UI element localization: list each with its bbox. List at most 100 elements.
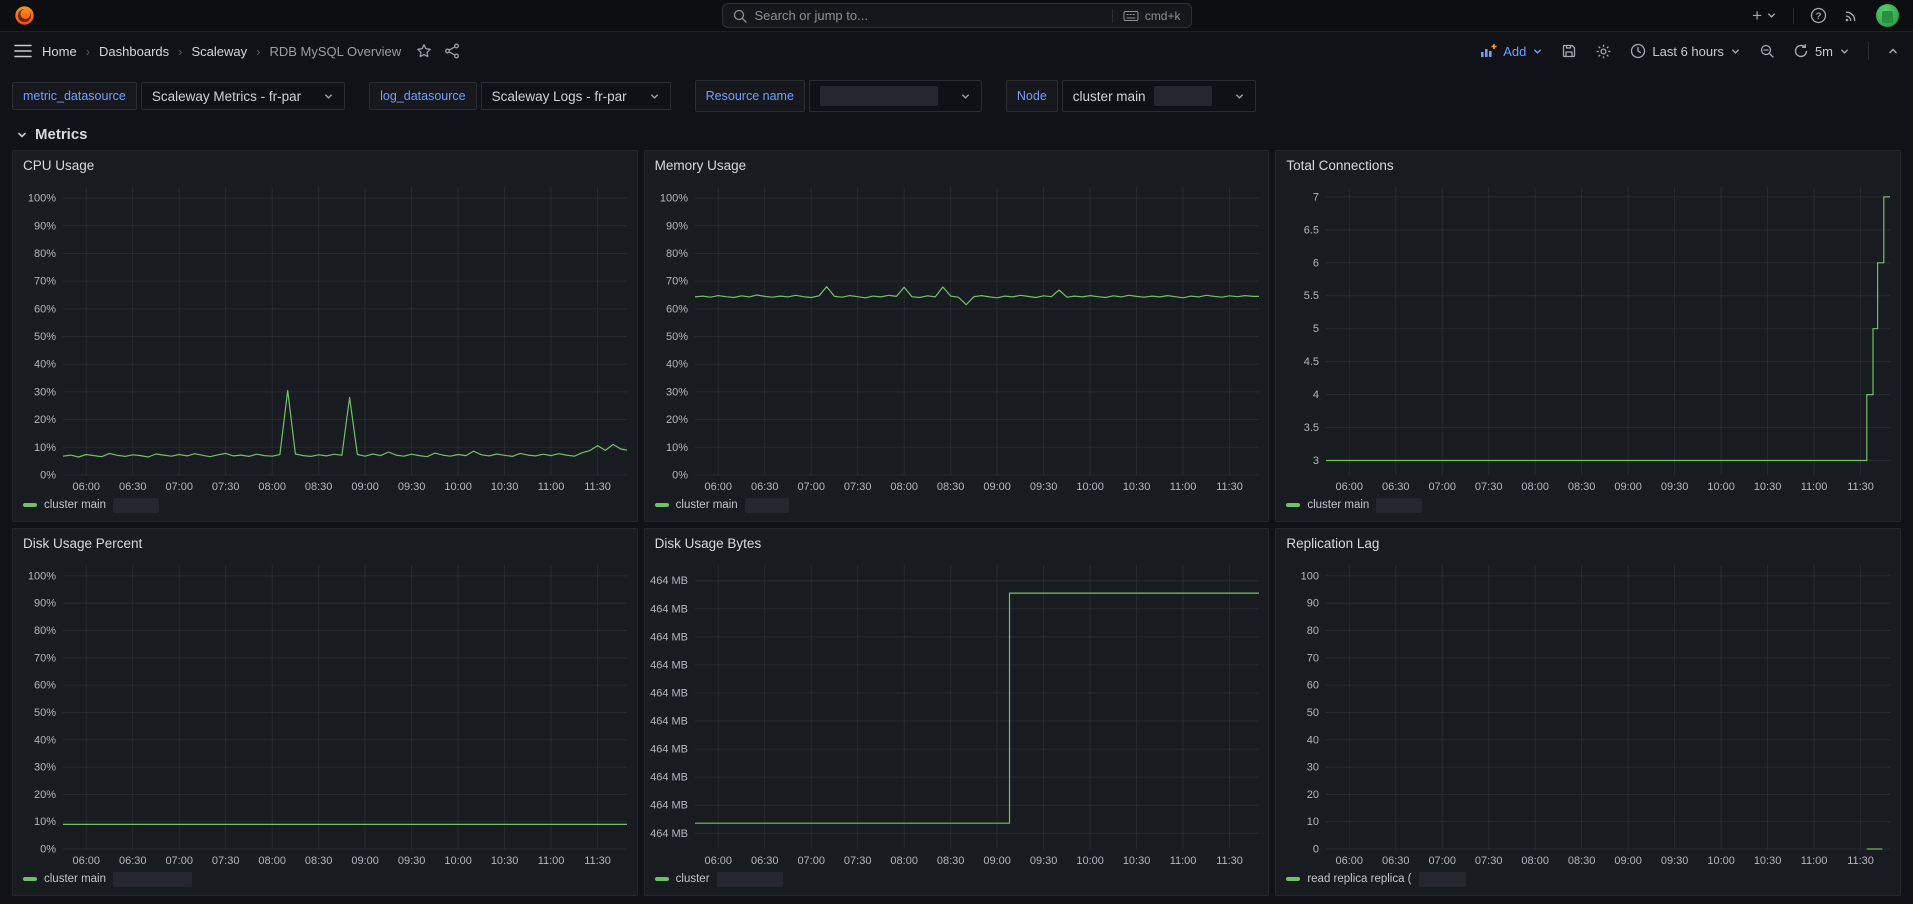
svg-text:07:00: 07:00 bbox=[797, 481, 825, 493]
breadcrumb-scaleway[interactable]: Scaleway bbox=[191, 44, 247, 59]
svg-text:08:30: 08:30 bbox=[937, 855, 965, 867]
legend-disk-usage-percent: cluster main bbox=[13, 869, 637, 895]
svg-text:90%: 90% bbox=[34, 220, 56, 232]
svg-text:06:00: 06:00 bbox=[72, 855, 100, 867]
svg-text:40%: 40% bbox=[34, 734, 56, 746]
chart-memory-usage[interactable]: 0%10%20%30%40%50%60%70%80%90%100%06:0006… bbox=[649, 179, 1265, 495]
share-dashboard-button[interactable] bbox=[444, 43, 460, 59]
panel-title-cpu-usage[interactable]: CPU Usage bbox=[13, 151, 637, 179]
svg-text:08:00: 08:00 bbox=[1522, 855, 1550, 867]
panel-title-memory-usage[interactable]: Memory Usage bbox=[645, 151, 1269, 179]
svg-text:70%: 70% bbox=[34, 276, 56, 288]
svg-text:07:30: 07:30 bbox=[212, 481, 240, 493]
refresh-picker[interactable]: 5m bbox=[1793, 43, 1850, 59]
svg-text:10%: 10% bbox=[34, 816, 56, 828]
chart-disk-usage-bytes[interactable]: 464 MB464 MB464 MB464 MB464 MB464 MB464 … bbox=[649, 557, 1265, 869]
panel-title-replication-lag[interactable]: Replication Lag bbox=[1276, 529, 1900, 557]
legend-series-label[interactable]: cluster main bbox=[44, 499, 106, 511]
search-input[interactable]: Search or jump to... cmd+k bbox=[722, 3, 1192, 28]
add-panel-button[interactable]: Add bbox=[1480, 44, 1543, 59]
svg-text:06:00: 06:00 bbox=[72, 481, 100, 493]
legend-swatch bbox=[23, 877, 37, 881]
svg-text:06:30: 06:30 bbox=[751, 481, 779, 493]
breadcrumb-home[interactable]: Home bbox=[42, 44, 77, 59]
chart-cpu-usage[interactable]: 0%10%20%30%40%50%60%70%80%90%100%06:0006… bbox=[17, 179, 633, 495]
variable-value-resource-name[interactable] bbox=[809, 80, 982, 112]
kiosk-mode-button[interactable] bbox=[1887, 45, 1899, 57]
svg-text:50%: 50% bbox=[34, 331, 56, 343]
chart-svg-total-connections: 33.544.555.566.5706:0006:3007:0007:3008:… bbox=[1280, 179, 1896, 495]
legend-series-label[interactable]: cluster main bbox=[44, 873, 106, 885]
chevron-down-icon bbox=[1730, 46, 1741, 57]
svg-text:09:00: 09:00 bbox=[1615, 855, 1643, 867]
zoom-out-time-button[interactable] bbox=[1759, 43, 1775, 59]
legend-swatch bbox=[1286, 503, 1300, 507]
svg-text:06:00: 06:00 bbox=[704, 855, 732, 867]
save-icon bbox=[1561, 43, 1577, 59]
svg-text:11:00: 11:00 bbox=[538, 855, 565, 867]
news-icon bbox=[1843, 7, 1860, 24]
svg-text:10:00: 10:00 bbox=[1708, 481, 1736, 493]
chevron-down-icon bbox=[1532, 46, 1543, 57]
svg-text:20%: 20% bbox=[34, 789, 56, 801]
svg-text:90: 90 bbox=[1307, 598, 1319, 610]
svg-text:3: 3 bbox=[1313, 455, 1319, 467]
search-shortcut: cmd+k bbox=[1112, 9, 1181, 23]
svg-text:90%: 90% bbox=[34, 598, 56, 610]
metrics-row-toggle[interactable]: Metrics bbox=[16, 126, 1913, 143]
variables-bar: metric_datasourceScaleway Metrics - fr-p… bbox=[12, 80, 1901, 112]
star-dashboard-button[interactable] bbox=[416, 43, 432, 59]
panel-title-disk-usage-percent[interactable]: Disk Usage Percent bbox=[13, 529, 637, 557]
svg-text:100%: 100% bbox=[28, 570, 56, 582]
svg-text:10:00: 10:00 bbox=[1708, 855, 1736, 867]
panel-title-disk-usage-bytes[interactable]: Disk Usage Bytes bbox=[645, 529, 1269, 557]
svg-text:07:30: 07:30 bbox=[1475, 855, 1503, 867]
legend-series-label[interactable]: cluster bbox=[676, 873, 710, 885]
svg-text:4.5: 4.5 bbox=[1304, 356, 1319, 368]
svg-text:7: 7 bbox=[1313, 191, 1319, 203]
variable-value-log-datasource[interactable]: Scaleway Logs - fr-par bbox=[481, 82, 671, 110]
panel-cpu-usage: CPU Usage0%10%20%30%40%50%60%70%80%90%10… bbox=[12, 150, 638, 522]
time-range-picker[interactable]: Last 6 hours bbox=[1630, 43, 1741, 59]
chart-total-connections[interactable]: 33.544.555.566.5706:0006:3007:0007:3008:… bbox=[1280, 179, 1896, 495]
svg-text:3.5: 3.5 bbox=[1304, 422, 1319, 434]
svg-text:40%: 40% bbox=[34, 359, 56, 371]
new-button[interactable]: + bbox=[1752, 7, 1777, 24]
svg-text:08:00: 08:00 bbox=[890, 481, 918, 493]
save-dashboard-button[interactable] bbox=[1561, 43, 1577, 59]
panel-total-connections: Total Connections33.544.555.566.5706:000… bbox=[1275, 150, 1901, 522]
mega-menu-button[interactable] bbox=[14, 44, 32, 58]
chart-replication-lag[interactable]: 010203040506070809010006:0006:3007:0007:… bbox=[1280, 557, 1896, 869]
svg-text:10:30: 10:30 bbox=[491, 855, 519, 867]
legend-series-label[interactable]: read replica replica ( bbox=[1307, 873, 1411, 885]
svg-text:20%: 20% bbox=[666, 414, 688, 426]
user-avatar[interactable] bbox=[1876, 4, 1899, 27]
svg-text:07:00: 07:00 bbox=[165, 855, 193, 867]
svg-text:80%: 80% bbox=[34, 625, 56, 637]
svg-text:464 MB: 464 MB bbox=[650, 687, 688, 699]
chevron-down-icon bbox=[1766, 10, 1777, 21]
svg-text:10:30: 10:30 bbox=[1754, 855, 1782, 867]
svg-text:464 MB: 464 MB bbox=[650, 772, 688, 784]
news-button[interactable] bbox=[1843, 7, 1860, 24]
legend-series-label[interactable]: cluster main bbox=[676, 499, 738, 511]
svg-text:6: 6 bbox=[1313, 257, 1319, 269]
breadcrumb-dashboards[interactable]: Dashboards bbox=[99, 44, 169, 59]
svg-text:07:00: 07:00 bbox=[165, 481, 193, 493]
variable-value-node[interactable]: cluster main bbox=[1062, 80, 1256, 112]
help-button[interactable]: ? bbox=[1810, 7, 1827, 24]
variable-selected-value: Scaleway Logs - fr-par bbox=[492, 89, 627, 104]
svg-text:464 MB: 464 MB bbox=[650, 631, 688, 643]
chart-disk-usage-percent[interactable]: 0%10%20%30%40%50%60%70%80%90%100%06:0006… bbox=[17, 557, 633, 869]
panel-title-total-connections[interactable]: Total Connections bbox=[1276, 151, 1900, 179]
svg-text:50%: 50% bbox=[666, 331, 688, 343]
svg-text:60%: 60% bbox=[666, 303, 688, 315]
svg-text:11:00: 11:00 bbox=[1801, 855, 1828, 867]
legend-series-label[interactable]: cluster main bbox=[1307, 499, 1369, 511]
dashboard-settings-button[interactable] bbox=[1595, 43, 1612, 60]
star-icon bbox=[416, 43, 432, 59]
svg-text:4: 4 bbox=[1313, 389, 1319, 401]
grafana-logo[interactable] bbox=[14, 5, 35, 26]
toolbar-actions: Add Last 6 hours 5m bbox=[1480, 42, 1899, 60]
variable-value-metric-datasource[interactable]: Scaleway Metrics - fr-par bbox=[141, 82, 345, 110]
